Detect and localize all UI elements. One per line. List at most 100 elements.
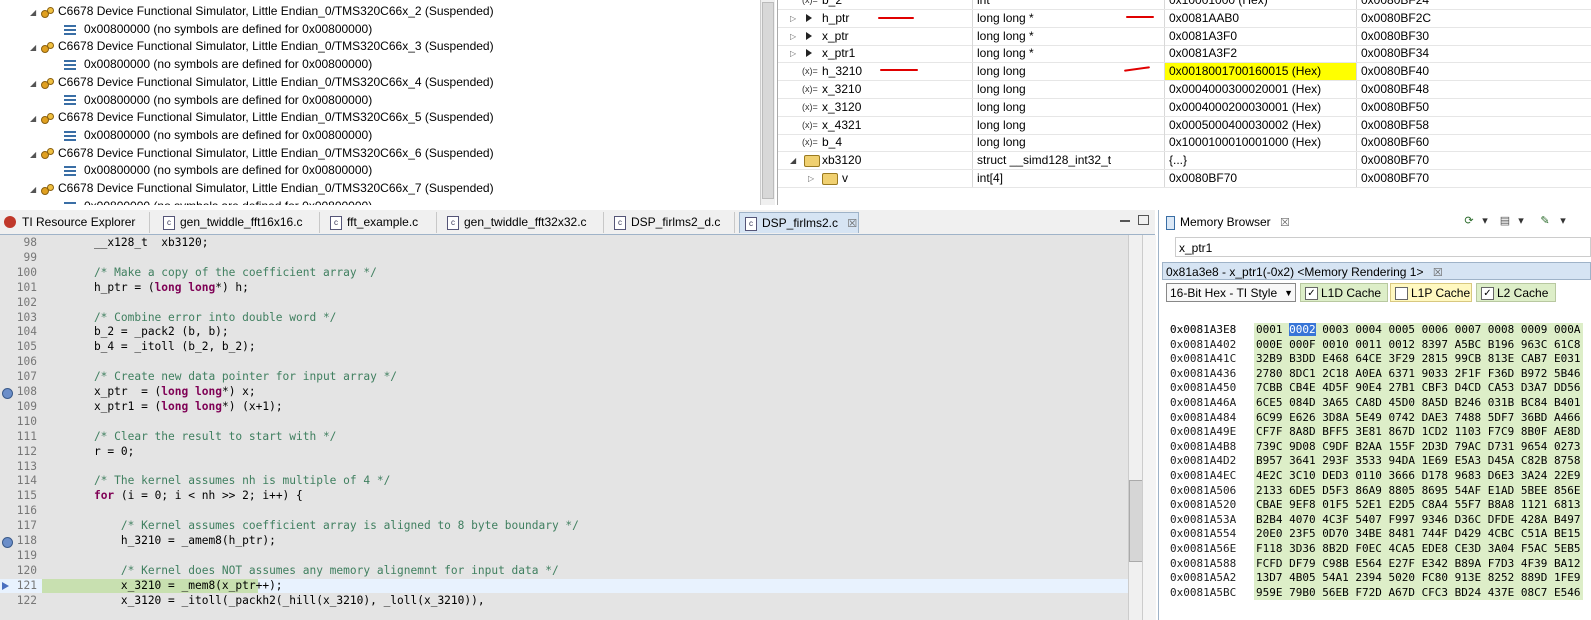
variable-value[interactable]: 0x10001000 (Hex) — [1165, 0, 1357, 9]
l1d-cache-checkbox[interactable]: ✓ L1D Cache — [1300, 283, 1388, 302]
variable-row[interactable]: (x)= x_3210 long long 0x0004000300020001 (H… — [778, 81, 1591, 99]
code-line[interactable]: 108 x_ptr = (long long*) x; — [0, 385, 1128, 400]
variable-value[interactable]: {...} — [1165, 152, 1357, 170]
close-icon[interactable]: ☒ — [1433, 267, 1443, 279]
stack-frame[interactable]: 0x00800000 (no symbols are defined for 0… — [64, 197, 372, 205]
view-menu-icon[interactable]: ▾ — [1556, 214, 1570, 228]
tab-dsp-firlms2-d[interactable]: c DSP_firlms2_d.c — [609, 212, 735, 233]
memory-data[interactable]: 2133 6DE5 D5F3 86A9 8805 8695 54AF E1AD … — [1254, 483, 1583, 499]
connect-icon[interactable]: ✎ — [1538, 214, 1552, 228]
thread-node[interactable]: ◢ C6678 Device Functional Simulator, Litt… — [30, 2, 494, 20]
code-editor[interactable]: 98 __x128_t xb3120; 99 100 /* Make a copy … — [0, 235, 1155, 620]
variable-value[interactable]: 0x1000100010001000 (Hex) — [1165, 134, 1357, 152]
memory-expression-input[interactable]: x_ptr1 — [1175, 237, 1591, 257]
memory-data[interactable]: 6CE5 084D 3A65 CA8D 45D0 8A5D B246 031B … — [1254, 396, 1583, 411]
close-icon[interactable]: ☒ — [847, 218, 857, 230]
variable-row[interactable]: (x)= h_3210 long long 0x0018001700160015 (H… — [778, 63, 1591, 82]
memory-data[interactable]: 32B9 B3DD E468 64CE 3F29 2815 99CB 813E … — [1254, 352, 1583, 367]
memory-data[interactable]: CF7F 8A8D BFF5 3E81 867D 1CD2 1103 F7C9 … — [1254, 425, 1583, 440]
variable-row[interactable]: (x)= b_2 int 0x10001000 (Hex) 0x0080BF24 — [778, 0, 1591, 10]
code-line[interactable]: 118 h_3210 = _amem8(h_ptr); — [0, 534, 1128, 549]
code-line[interactable]: 100 /* Make a copy of the coefficient ar… — [0, 266, 1128, 281]
code-line[interactable]: 119 — [0, 549, 1128, 564]
code-line[interactable]: 106 — [0, 355, 1128, 370]
stack-frame[interactable]: 0x00800000 (no symbols are defined for 0… — [64, 55, 372, 73]
tab-ti-resource-explorer[interactable]: TI Resource Explorer — [0, 212, 150, 233]
code-line[interactable]: 110 — [0, 415, 1128, 430]
memory-format-select[interactable]: 16-Bit Hex - TI Style ▼ — [1166, 283, 1296, 302]
memory-data[interactable]: 2780 8DC1 2C18 A0EA 6371 9033 2F1F F36D … — [1254, 366, 1583, 382]
save-memory-icon[interactable]: ▤ — [1498, 214, 1512, 228]
thread-node[interactable]: ◢ C6678 Device Functional Simulator, Litt… — [30, 37, 494, 55]
breakpoint-icon[interactable] — [2, 388, 13, 399]
memory-data[interactable]: B957 3641 293F 3533 94DA 1E69 E5A3 D45A … — [1254, 454, 1583, 469]
memory-data[interactable]: B2B4 4070 4C3F 5407 F997 9346 D36C DFDE … — [1254, 512, 1583, 528]
code-line[interactable]: 115 for (i = 0; i < nh >> 2; i++) { — [0, 489, 1128, 504]
tab-fft-example[interactable]: c fft_example.c — [325, 212, 437, 233]
refresh-icon[interactable]: ⟳ — [1462, 214, 1476, 228]
code-line[interactable]: 113 — [0, 460, 1128, 475]
stack-frame[interactable]: 0x00800000 (no symbols are defined for 0… — [64, 20, 372, 38]
l2-cache-checkbox[interactable]: ✓ L2 Cache — [1476, 283, 1556, 302]
variable-row[interactable]: ▷ v int[4] 0x0080BF70 0x0080BF70 — [778, 170, 1591, 188]
expand-icon[interactable]: ▷ — [808, 170, 814, 187]
editor-scroll-thumb[interactable] — [1129, 480, 1143, 562]
stack-frame[interactable]: 0x00800000 (no symbols are defined for 0… — [64, 91, 372, 109]
variable-row[interactable]: ▷ x_ptr1 long long * 0x0081A3F2 0x0080BF34 — [778, 45, 1591, 64]
memory-data[interactable]: 20E0 23F5 0D70 34BE 8481 744F D429 4CBC … — [1254, 527, 1583, 542]
memory-data[interactable]: 739C 9D08 C9DF B2AA 155F 2D3D 79AC D731 … — [1254, 439, 1583, 455]
expand-icon[interactable]: ◢ — [30, 4, 40, 22]
expand-icon[interactable]: ◢ — [30, 146, 40, 164]
memory-data[interactable]: CBAE 9EF8 01F5 52E1 E2D5 C8A4 55F7 B8A8 … — [1254, 498, 1583, 513]
code-line[interactable]: 114 /* The kernel assumes nh is multiple… — [0, 474, 1128, 489]
expand-icon[interactable]: ◢ — [30, 181, 40, 199]
memory-data[interactable]: 4E2C 3C10 DED3 0110 3666 D178 9683 D6E3 … — [1254, 469, 1583, 484]
variable-value[interactable]: 0x0080BF70 — [1165, 170, 1357, 187]
expand-icon[interactable]: ◢ — [30, 110, 40, 128]
code-line[interactable]: 102 — [0, 296, 1128, 311]
l1p-cache-checkbox[interactable]: L1P Cache — [1390, 283, 1472, 302]
thread-node[interactable]: ◢ C6678 Device Functional Simulator, Litt… — [30, 108, 494, 126]
code-line[interactable]: 101 h_ptr = (long long*) h; — [0, 281, 1128, 296]
code-line[interactable]: 121 x_3210 = _mem8(x_ptr++); — [0, 578, 1128, 594]
close-icon[interactable]: ☒ — [1280, 217, 1290, 229]
memory-data[interactable]: FCFD DF79 C98B E564 E27F E342 B89A F7D3 … — [1254, 556, 1583, 572]
code-line[interactable]: 98 __x128_t xb3120; — [0, 236, 1128, 251]
debug-scroll-thumb[interactable] — [762, 2, 774, 199]
memory-data[interactable]: 6C99 E626 3D8A 5E49 0742 DAE3 7488 5DF7 … — [1254, 410, 1583, 426]
tab-dsp-firlms2[interactable]: c DSP_firlms2.c ☒ — [739, 212, 859, 233]
stack-frame[interactable]: 0x00800000 (no symbols are defined for 0… — [64, 161, 372, 179]
expand-icon[interactable]: ◢ — [30, 39, 40, 57]
memory-data[interactable]: 13D7 4B05 54A1 2394 5020 FC80 913E 8252 … — [1254, 571, 1583, 586]
variable-row[interactable]: ◢ xb3120 struct __simd128_int32_t {...} 0x00… — [778, 152, 1591, 171]
variable-row[interactable]: (x)= x_4321 long long 0x0005000400030002 (H… — [778, 116, 1591, 135]
dropdown-icon[interactable]: ▾ — [1514, 214, 1528, 228]
variable-value[interactable]: 0x0004000300020001 (Hex) — [1165, 81, 1357, 98]
code-line[interactable]: 117 /* Kernel assumes coefficient array … — [0, 519, 1128, 534]
minimize-icon[interactable] — [1120, 220, 1130, 222]
variable-value[interactable]: 0x0004000200030001 (Hex) — [1165, 98, 1357, 116]
memory-data[interactable]: 959E 79B0 56EB F72D A67D CFC3 BD24 437E … — [1254, 585, 1583, 601]
memory-data[interactable]: F118 3D36 8B2D F0EC 4CA5 EDE8 CE3D 3A04 … — [1254, 542, 1583, 557]
editor-scrollbar[interactable] — [1128, 235, 1143, 620]
tab-gen-twiddle-fft16x16[interactable]: c gen_twiddle_fft16x16.c — [158, 212, 320, 233]
code-line[interactable]: 122 x_3120 = _itoll(_packh2(_hill(x_3210… — [0, 594, 1128, 609]
variable-row[interactable]: ▷ x_ptr long long * 0x0081A3F0 0x0080BF30 — [778, 27, 1591, 46]
memory-browser-tab[interactable]: Memory Browser ☒ — [1162, 212, 1290, 233]
variable-value[interactable]: 0x0081A3F2 — [1165, 45, 1357, 63]
code-line[interactable]: 111 /* Clear the result to start with */ — [0, 430, 1128, 445]
memory-selected-word[interactable]: 0002 — [1289, 323, 1316, 336]
dropdown-icon[interactable]: ▾ — [1478, 214, 1492, 228]
code-line[interactable]: 116 — [0, 504, 1128, 519]
memory-rendering-tab[interactable]: 0x81a3e8 - x_ptr1(-0x2) <Memory Renderin… — [1162, 262, 1591, 280]
variable-value[interactable]: 0x0081AAB0 — [1165, 9, 1357, 27]
memory-data[interactable]: 7CBB CB4E 4D5F 90E4 27B1 CBF3 D4CD CA53 … — [1254, 381, 1583, 396]
tab-gen-twiddle-fft32x32[interactable]: c gen_twiddle_fft32x32.c — [442, 212, 604, 233]
expand-icon[interactable]: ▷ — [790, 28, 796, 45]
code-line[interactable]: 112 r = 0; — [0, 445, 1128, 460]
code-line[interactable]: 103 /* Combine error into double word */ — [0, 311, 1128, 326]
memory-data[interactable]: 0001 0002 0003 0004 0005 0006 0007 0008 … — [1254, 323, 1583, 338]
variable-value[interactable]: 0x0081A3F0 — [1165, 27, 1357, 45]
breakpoint-icon[interactable] — [2, 537, 13, 548]
expand-icon[interactable]: ◢ — [30, 75, 40, 93]
